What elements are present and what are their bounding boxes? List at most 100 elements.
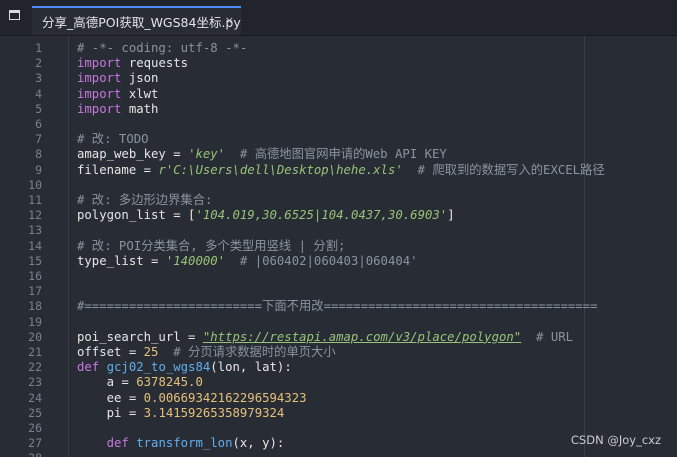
code-token-comment: # 分页请求数据时的单页大小 <box>158 345 336 359</box>
code-token-comment: # -*- coding: utf-8 -*- <box>77 41 248 55</box>
code-line[interactable]: pi = 3.14159265358979324 <box>77 405 285 421</box>
code-token-comment: # 改: TODO <box>77 132 149 147</box>
code-line[interactable]: import xlwt <box>77 87 158 102</box>
code-editor[interactable]: 1 2 3 4 5 6 7 8 9 10 11 12 13 14 15 16 17 18 19 20 21 22 23 24 2… <box>0 36 677 457</box>
line-number: 23 <box>28 375 42 390</box>
watermark: CSDN @Joy_cxz <box>570 433 661 447</box>
code-token-str: r'C:\Users\dell\Desktop\hehe.xls' <box>158 162 403 177</box>
line-number: 27 <box>28 436 42 451</box>
code-token-num: 25 <box>143 345 159 359</box>
line-number: 1 <box>35 41 42 55</box>
code-line[interactable]: a = 6378245.0 <box>77 375 203 390</box>
indent-guide <box>68 36 69 457</box>
code-line[interactable]: type_list = '140000' # |060402|060403|06… <box>77 254 418 269</box>
code-token-num: 6378245.0 <box>136 375 203 390</box>
code-token-plain: polygon_list = [ <box>77 208 196 223</box>
line-number: 25 <box>28 405 42 420</box>
code-token-plain: offset = <box>77 345 144 359</box>
line-number: 12 <box>28 208 42 223</box>
code-token-str: 'key' <box>188 147 226 162</box>
code-line[interactable]: import requests <box>77 56 188 71</box>
code-token-plain: math <box>121 101 159 116</box>
line-number: 28 <box>0 451 42 457</box>
line-number: 26 <box>28 421 42 435</box>
code-line[interactable]: offset = 25 # 分页请求数据时的单页大小 <box>77 345 336 360</box>
code-token-comment: # 改: POI分类集合, 多个类型用竖线 | 分割; <box>77 238 346 253</box>
line-number: 10 <box>28 177 42 192</box>
line-number: 9 <box>35 162 42 177</box>
code-token-comment: # |060402|060403|060404' <box>225 253 418 268</box>
code-line[interactable]: def gcj02_to_wgs84(lon, lat): <box>77 360 292 375</box>
line-number: 2 <box>35 56 42 71</box>
code-token-num: 3.14159265358979324 <box>143 405 285 420</box>
window-icon[interactable] <box>9 10 20 20</box>
tab-active-file[interactable]: 分享_高德POI获取_WGS84坐标.py × <box>32 6 241 35</box>
code-token-fn: gcj02_to_wgs84 <box>106 360 211 375</box>
code-token-kw: import <box>77 86 122 101</box>
close-icon[interactable]: × <box>225 14 234 28</box>
code-token-str: '104.019,30.6525|104.0437,30.6903' <box>195 208 448 223</box>
line-number: 14 <box>28 238 42 253</box>
line-number: 5 <box>35 101 42 116</box>
code-line[interactable]: # 改: TODO <box>77 132 149 147</box>
tab-title: 分享_高德POI获取_WGS84坐标.py <box>42 15 241 30</box>
line-number: 22 <box>28 360 42 375</box>
code-line[interactable]: import math <box>77 102 158 117</box>
code-line[interactable]: filename = r'C:\Users\dell\Desktop\hehe.… <box>77 163 605 178</box>
line-number: 19 <box>28 314 42 329</box>
code-line[interactable]: import json <box>77 71 158 86</box>
code-line[interactable]: # -*- coding: utf-8 -*- <box>77 41 247 56</box>
code-token-plain: xlwt <box>121 86 159 101</box>
code-area[interactable]: # -*- coding: utf-8 -*- import requests im… <box>66 36 677 457</box>
tab-bar: 分享_高德POI获取_WGS84坐标.py × <box>0 0 677 35</box>
code-line[interactable]: polygon_list = ['104.019,30.6525|104.043… <box>77 208 455 223</box>
code-token-plain: pi = <box>77 405 144 420</box>
line-number: 4 <box>35 86 42 101</box>
code-token-plain: (x, y): <box>232 436 285 451</box>
line-number: 8 <box>35 147 42 162</box>
code-token-kw: import <box>77 71 122 86</box>
code-token-plain: filename = <box>77 162 159 177</box>
code-token-kw: def <box>106 436 129 451</box>
indent-guide <box>584 36 585 457</box>
code-token-comment: # 高德地图官网申请的Web API KEY <box>225 147 447 162</box>
code-token-str: '140000' <box>165 253 226 268</box>
code-token-plain: requests <box>121 56 189 71</box>
line-number: 17 <box>28 284 42 299</box>
code-token-plain: ee = <box>77 390 144 405</box>
code-token-comment: #========================下面不用改==========… <box>77 299 598 314</box>
line-number: 13 <box>28 223 42 238</box>
code-line[interactable]: #========================下面不用改==========… <box>77 299 598 314</box>
line-number: 20 <box>28 329 42 344</box>
line-number: 6 <box>35 117 42 131</box>
code-token-plain: a = <box>77 375 137 390</box>
code-token-plain: ] <box>447 208 455 223</box>
code-token-comment: # 爬取到的数据写入的EXCEL路径 <box>402 162 605 177</box>
line-number: 7 <box>35 132 42 147</box>
code-token-num: 0.00669342162296594323 <box>143 390 307 405</box>
code-token-plain: json <box>121 71 159 86</box>
code-token-plain: type_list = <box>77 253 166 268</box>
line-number: 24 <box>28 390 42 405</box>
code-token-comment: # URL <box>521 329 574 344</box>
code-line[interactable]: def transform_lon(x, y): <box>77 436 285 451</box>
code-line[interactable]: ee = 0.00669342162296594323 <box>77 391 307 406</box>
code-line[interactable]: # 改: POI分类集合, 多个类型用竖线 | 分割; <box>77 239 345 254</box>
code-token-kw: def <box>77 360 100 375</box>
line-number-gutter: 1 2 3 4 5 6 7 8 9 10 11 12 13 14 15 16 17 18 19 20 21 22 23 24 2… <box>0 36 66 457</box>
code-line[interactable]: poi_search_url = "https://restapi.amap.c… <box>77 330 573 345</box>
code-token-fn: transform_lon <box>136 436 233 451</box>
code-token-plain: (lon, lat): <box>210 360 292 375</box>
line-number: 18 <box>28 299 42 314</box>
code-token-kw: import <box>77 56 122 71</box>
code-line[interactable]: amap_web_key = 'key' # 高德地图官网申请的Web API … <box>77 147 447 162</box>
code-token-url: "https://restapi.amap.com/v3/place/polyg… <box>202 329 522 344</box>
line-number: 11 <box>28 193 42 207</box>
code-token-plain: poi_search_url = <box>77 329 203 344</box>
line-number: 21 <box>28 345 42 359</box>
code-token-comment: # 改: 多边形边界集合: <box>77 193 213 207</box>
code-token-plain: amap_web_key = <box>77 147 189 162</box>
code-line[interactable]: # 改: 多边形边界集合: <box>77 193 212 208</box>
